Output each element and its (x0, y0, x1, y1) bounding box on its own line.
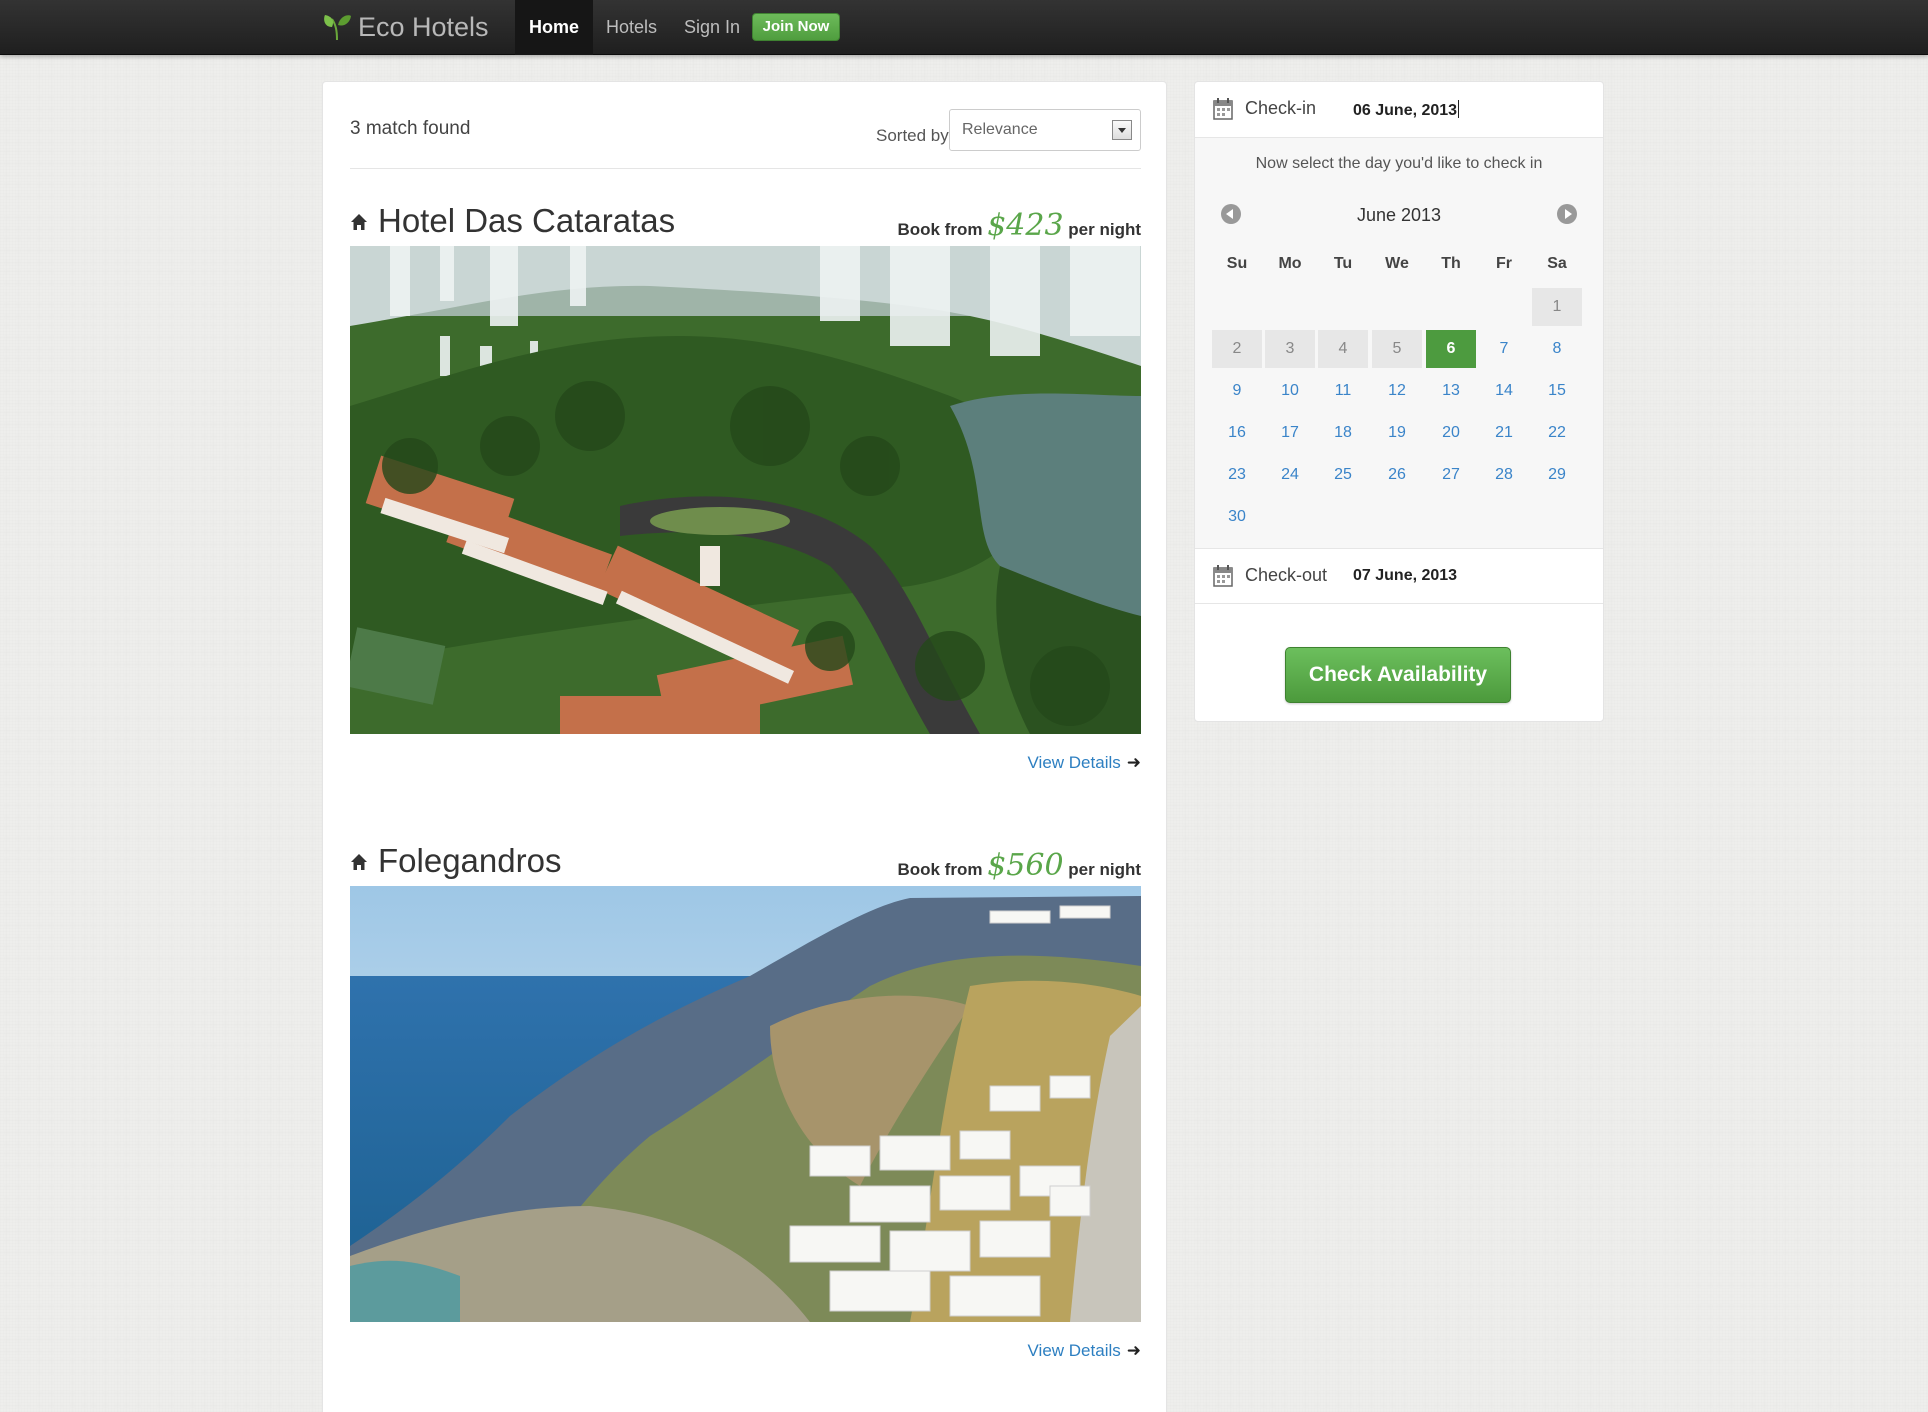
checkout-value[interactable]: 07 June, 2013 (1353, 567, 1457, 585)
next-month-icon[interactable] (1557, 204, 1577, 224)
checkout-label: Check-out (1245, 565, 1328, 585)
calendar-day[interactable]: 19 (1372, 414, 1422, 452)
calendar-day[interactable]: 14 (1479, 372, 1529, 410)
calendar-day[interactable]: 3 (1265, 330, 1315, 368)
book-from-label: Book from (897, 860, 983, 879)
sort-select[interactable]: Relevance (949, 109, 1141, 151)
calendar-day[interactable]: 24 (1265, 456, 1315, 494)
view-details-link[interactable]: View Details ➜ (1028, 753, 1141, 773)
match-count: 3 match found (350, 118, 471, 139)
month-title: June 2013 (1356, 205, 1442, 225)
hotel-price: Book from $423 per night (897, 208, 1141, 243)
calendar-day[interactable]: 18 (1318, 414, 1368, 452)
home-icon (351, 854, 367, 870)
calendar-day[interactable]: 29 (1532, 456, 1582, 494)
hotel-name[interactable]: Folegandros (378, 842, 561, 880)
checkout-row[interactable]: Check-out 07 June, 2013 (1195, 549, 1603, 604)
weekday-label: Tu (1333, 255, 1353, 272)
arrow-right-icon: ➜ (1126, 753, 1141, 772)
view-details-label: View Details (1027, 753, 1121, 772)
calendar-day[interactable]: 17 (1265, 414, 1315, 452)
top-navbar: Eco Hotels Home Hotels Sign In Join Now (0, 0, 1928, 55)
waterfall-hotel-image (350, 246, 1141, 734)
calendar-day[interactable]: 27 (1426, 456, 1476, 494)
weekday-label: Sa (1547, 255, 1567, 272)
calendar-day[interactable]: 15 (1532, 372, 1582, 410)
sort-label: Sorted by (876, 126, 949, 145)
results-panel: 3 match found Sorted by Relevance Hotel … (322, 81, 1167, 1412)
checkin-row[interactable]: Check-in 06 June, 2013 (1195, 82, 1603, 137)
calendar-day[interactable]: 22 (1532, 414, 1582, 452)
calendar-day[interactable]: 25 (1318, 456, 1368, 494)
join-now-button[interactable]: Join Now (752, 13, 840, 41)
calendar-day[interactable]: 30 (1212, 498, 1262, 536)
hotel-price: Book from $560 per night (897, 848, 1141, 883)
divider (350, 168, 1141, 169)
calendar-icon (1213, 565, 1233, 587)
hotel-photo[interactable] (350, 246, 1141, 734)
weekday-label: Su (1226, 255, 1248, 272)
weekday-label: We (1385, 255, 1409, 272)
hotel-card: Hotel Das Cataratas Book from $423 per n… (350, 200, 1141, 772)
weekday-label: Fr (1496, 255, 1512, 272)
calendar-day[interactable]: 28 (1479, 456, 1529, 494)
calendar-day[interactable]: 10 (1265, 372, 1315, 410)
chevron-down-icon[interactable] (1112, 120, 1132, 140)
arrow-right-icon: ➜ (1126, 1341, 1141, 1360)
calendar-day[interactable]: 21 (1479, 414, 1529, 452)
datepicker-hint: Now select the day you'd like to check i… (1255, 155, 1543, 172)
calendar-day[interactable]: 12 (1372, 372, 1422, 410)
price-value: $560 (987, 848, 1064, 883)
per-night-label: per night (1068, 220, 1141, 239)
calendar-day[interactable]: 16 (1212, 414, 1262, 452)
sort-select-value: Relevance (962, 121, 1038, 138)
nav-home[interactable]: Home (515, 0, 594, 55)
hotel-card: Folegandros Book from $560 per night Vie… (350, 840, 1141, 1360)
checkin-input[interactable]: 06 June, 2013 (1353, 100, 1460, 120)
check-availability-button[interactable]: Check Availability (1285, 647, 1511, 703)
hotel-name[interactable]: Hotel Das Cataratas (378, 202, 675, 240)
calendar-day[interactable]: 23 (1212, 456, 1262, 494)
calendar-day[interactable]: 8 (1532, 330, 1582, 368)
text-caret (1458, 100, 1460, 118)
cliff-village-image (350, 886, 1141, 1322)
per-night-label: per night (1068, 860, 1141, 879)
book-from-label: Book from (897, 220, 983, 239)
nav-sign-in[interactable]: Sign In (684, 0, 740, 55)
brand-logo[interactable]: Eco Hotels (322, 10, 489, 44)
calendar-day[interactable]: 6 (1426, 330, 1476, 368)
checkin-value: 06 June, 2013 (1353, 102, 1458, 119)
calendar-day[interactable]: 26 (1372, 456, 1422, 494)
leaf-icon (324, 15, 351, 41)
view-details-link[interactable]: View Details ➜ (1028, 1341, 1141, 1361)
booking-panel: Check-in 06 June, 2013 Now select the da… (1194, 81, 1604, 722)
weekday-label: Mo (1278, 255, 1302, 272)
checkin-label: Check-in (1245, 98, 1317, 118)
calendar-day[interactable]: 9 (1212, 372, 1262, 410)
home-icon (351, 214, 367, 230)
calendar-day[interactable]: 4 (1318, 330, 1368, 368)
price-value: $423 (987, 208, 1064, 243)
calendar-day[interactable]: 5 (1372, 330, 1422, 368)
weekday-label: Th (1441, 255, 1461, 272)
calendar-day[interactable]: 20 (1426, 414, 1476, 452)
view-details-label: View Details (1027, 1341, 1121, 1360)
calendar-day[interactable]: 2 (1212, 330, 1262, 368)
calendar-day[interactable]: 7 (1479, 330, 1529, 368)
hotel-photo[interactable] (350, 886, 1141, 1322)
nav-hotels[interactable]: Hotels (606, 0, 657, 55)
calendar-icon (1213, 98, 1233, 120)
calendar-day[interactable]: 1 (1532, 288, 1582, 326)
datepicker: Now select the day you'd like to check i… (1195, 137, 1603, 549)
brand-name: Eco Hotels (358, 11, 489, 42)
calendar-day[interactable]: 13 (1426, 372, 1476, 410)
calendar-day[interactable]: 11 (1318, 372, 1368, 410)
